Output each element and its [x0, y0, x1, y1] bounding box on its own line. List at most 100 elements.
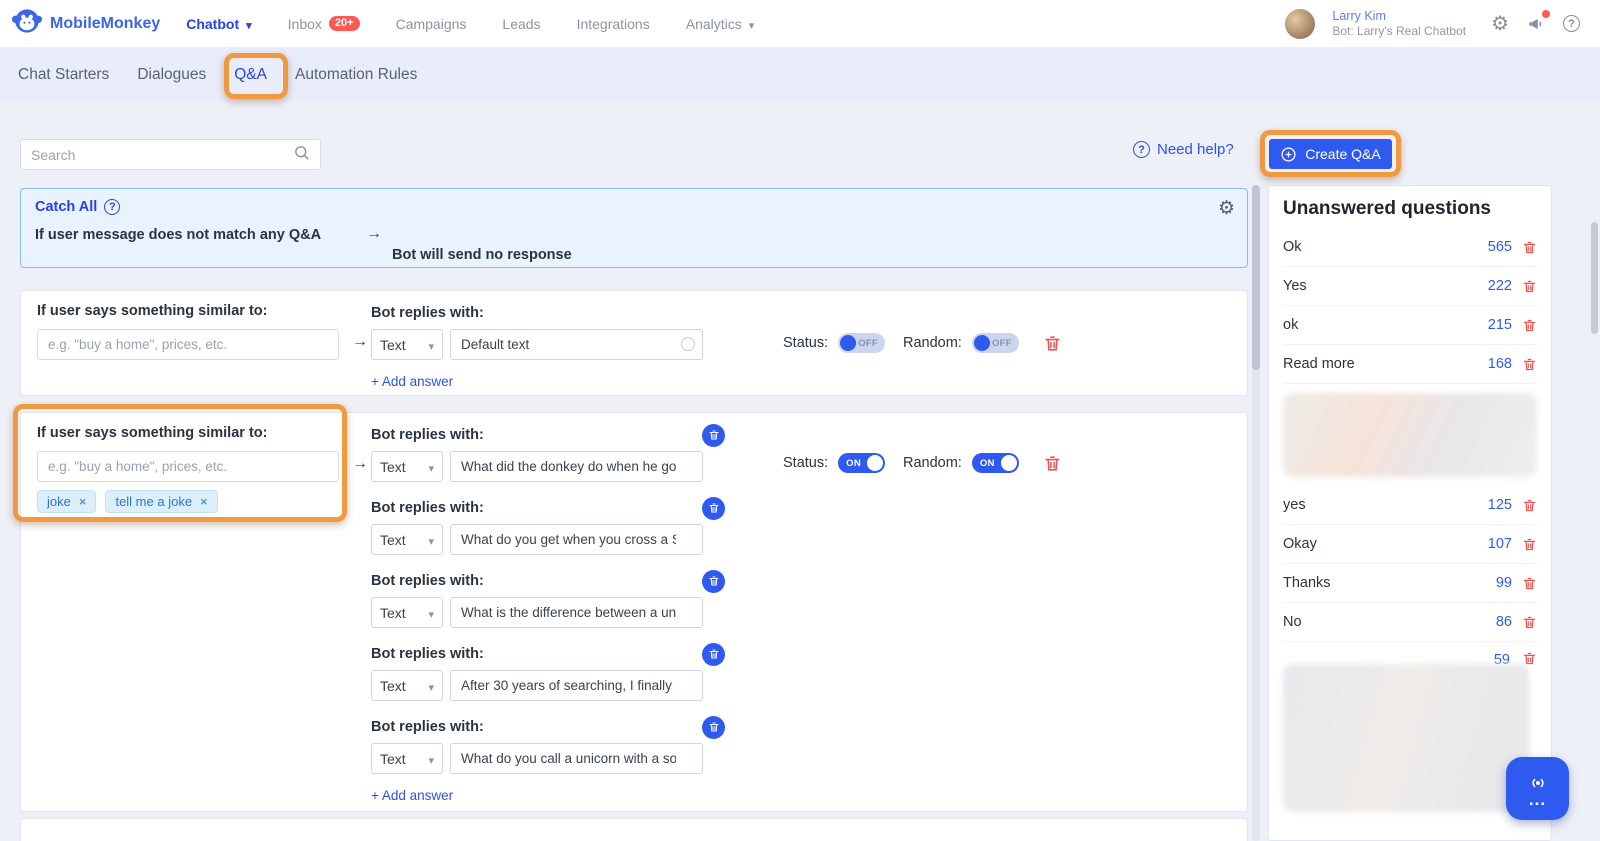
- delete-question-button[interactable]: [1522, 615, 1537, 630]
- status-toggle[interactable]: ON: [838, 453, 886, 473]
- delete-question-button[interactable]: [1522, 498, 1537, 513]
- delete-question-button[interactable]: [1522, 357, 1537, 372]
- answer-type-select[interactable]: Text: [371, 329, 443, 360]
- question-count[interactable]: 125: [1488, 497, 1512, 513]
- user-info[interactable]: Larry Kim Bot: Larry's Real Chatbot: [1332, 8, 1466, 40]
- nav-item-label: Inbox: [287, 15, 322, 32]
- search-icon: [293, 144, 310, 166]
- answer-text-input[interactable]: [450, 597, 703, 628]
- page-scrollbar-thumb[interactable]: [1591, 222, 1598, 334]
- create-qa-label: Create Q&A: [1305, 146, 1381, 162]
- answer-type-select[interactable]: Text: [371, 670, 443, 701]
- tab-automation-rules[interactable]: Automation Rules: [295, 66, 417, 84]
- question-text: Read more: [1283, 356, 1355, 372]
- qa-card-partial: [20, 818, 1248, 841]
- question-count[interactable]: 107: [1488, 536, 1512, 552]
- delete-question-button[interactable]: [1522, 318, 1537, 333]
- nav-item-chatbot[interactable]: Chatbot: [186, 16, 251, 32]
- catch-all-condition: If user message does not match any Q&A: [35, 227, 322, 243]
- answer-block: Bot replies with: Text: [371, 642, 727, 701]
- settings-gear-icon[interactable]: [1491, 14, 1509, 34]
- unanswered-row: ok 215: [1283, 306, 1537, 345]
- announcements-megaphone-icon[interactable]: [1526, 9, 1550, 34]
- answer-type-select[interactable]: Text: [371, 451, 443, 482]
- trigger-input[interactable]: [37, 329, 339, 360]
- need-help-label: Need help?: [1157, 141, 1234, 158]
- answer-type-select[interactable]: Text: [371, 524, 443, 555]
- random-toggle[interactable]: ON: [971, 453, 1019, 473]
- brand[interactable]: MobileMonkey: [0, 6, 186, 41]
- answer-type-select[interactable]: Text: [371, 597, 443, 628]
- question-count[interactable]: 86: [1496, 614, 1512, 630]
- delete-answer-button[interactable]: [702, 496, 725, 520]
- content-scrollbar-thumb[interactable]: [1252, 185, 1260, 370]
- catch-all-title: Catch All: [35, 199, 121, 215]
- delete-qa-button[interactable]: [1043, 334, 1062, 356]
- create-qa-button[interactable]: Create Q&A: [1269, 139, 1392, 169]
- answer-type-label: Text: [380, 458, 406, 475]
- trigger-label: If user says something similar to:: [37, 425, 268, 441]
- catch-all-title-label: Catch All: [35, 199, 98, 215]
- tag-remove-icon[interactable]: [200, 494, 208, 509]
- unanswered-row: Yes 222: [1283, 267, 1537, 306]
- help-icon[interactable]: [1563, 15, 1580, 32]
- tab-q-a[interactable]: Q&A: [234, 66, 267, 84]
- trigger-input[interactable]: [37, 451, 339, 482]
- status-toggle-knob: [840, 335, 857, 351]
- answer-controls: Text: [371, 670, 727, 701]
- keyword-tag[interactable]: tell me a joke: [105, 490, 218, 513]
- delete-question-button[interactable]: [1522, 240, 1537, 255]
- answer-type-label: Text: [380, 336, 406, 353]
- question-text: Ok: [1283, 239, 1302, 255]
- nav-item-analytics[interactable]: Analytics: [686, 16, 755, 32]
- delete-question-button[interactable]: [1522, 537, 1537, 552]
- tag-remove-icon[interactable]: [79, 494, 87, 509]
- emoji-icon[interactable]: [681, 337, 695, 351]
- question-count[interactable]: 168: [1488, 356, 1512, 372]
- delete-question-button[interactable]: [1522, 576, 1537, 591]
- status-control: Status: ON: [783, 453, 886, 473]
- nav-item-leads[interactable]: Leads: [502, 16, 540, 32]
- answer-label-row: Bot replies with:: [371, 496, 727, 520]
- delete-question-button[interactable]: [1522, 279, 1537, 294]
- keyword-tag[interactable]: joke: [37, 490, 97, 513]
- nav-item-inbox[interactable]: Inbox 20+: [288, 16, 360, 32]
- catch-all-help-icon[interactable]: [104, 199, 121, 215]
- question-count[interactable]: 222: [1488, 278, 1512, 294]
- answer-block: Bot replies with: Text: [371, 715, 727, 774]
- delete-question-button[interactable]: [1522, 651, 1537, 666]
- tab-chat-starters[interactable]: Chat Starters: [18, 66, 109, 84]
- question-count[interactable]: 565: [1488, 239, 1512, 255]
- answer-text-input[interactable]: [450, 451, 703, 482]
- delete-answer-button[interactable]: [702, 569, 725, 593]
- search-box[interactable]: [20, 139, 321, 170]
- question-count[interactable]: 215: [1488, 317, 1512, 333]
- answer-controls: Text: [371, 597, 727, 628]
- search-input[interactable]: [31, 146, 293, 163]
- random-toggle[interactable]: OFF: [971, 333, 1019, 353]
- answer-text-input[interactable]: [450, 329, 703, 360]
- need-help-link[interactable]: Need help?: [1133, 141, 1234, 158]
- answer-text-input[interactable]: [450, 524, 703, 555]
- answer-type-select[interactable]: Text: [371, 743, 443, 774]
- question-count[interactable]: 99: [1496, 575, 1512, 591]
- question-text: Yes: [1283, 278, 1307, 294]
- add-answer-link[interactable]: + Add answer: [371, 374, 727, 389]
- delete-answer-button[interactable]: [702, 642, 725, 666]
- nav-item-campaigns[interactable]: Campaigns: [396, 16, 467, 32]
- answer-text-input[interactable]: [450, 670, 703, 701]
- status-toggle[interactable]: OFF: [838, 333, 886, 353]
- add-answer-link[interactable]: + Add answer: [371, 788, 727, 803]
- unanswered-questions-list: Ok 565 Yes 222 ok 215 Read more 168 yes 125 Okay 10…: [1283, 228, 1537, 812]
- delete-answer-button[interactable]: [702, 715, 725, 739]
- chat-widget-button[interactable]: ...: [1506, 757, 1569, 820]
- catch-all-panel: Catch All If user message does not match…: [20, 188, 1248, 268]
- answer-text-input[interactable]: [450, 743, 703, 774]
- catch-all-response: Bot will send no response: [392, 247, 572, 263]
- catch-all-gear-icon[interactable]: [1218, 197, 1235, 220]
- nav-item-integrations[interactable]: Integrations: [577, 16, 650, 32]
- delete-qa-button[interactable]: [1043, 454, 1062, 476]
- delete-answer-button[interactable]: [702, 423, 725, 447]
- user-avatar[interactable]: [1285, 8, 1316, 39]
- tab-dialogues[interactable]: Dialogues: [137, 66, 206, 84]
